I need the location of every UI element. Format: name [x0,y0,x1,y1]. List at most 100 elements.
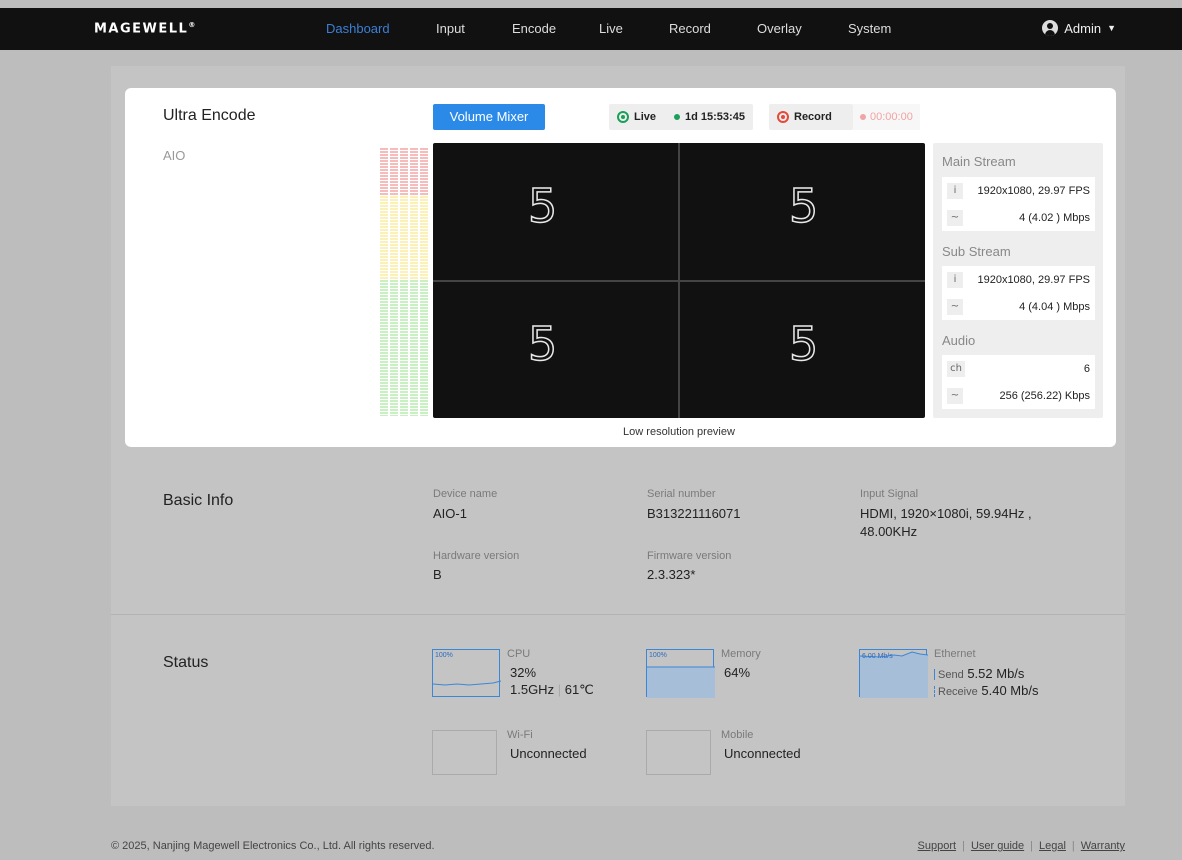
mobile-graph [646,730,711,775]
main-stream-resolution: i 1920x1080, 29.97 FPS [942,177,1095,204]
firmware-version-value: 2.3.323* [647,567,696,582]
stream-info-panel: Main Stream i 1920x1080, 29.97 FPS ~ 4 (… [933,143,1103,418]
live-status-badge[interactable]: Live 1d 15:53:45 [609,104,753,130]
memory-percent: 64% [724,665,751,680]
user-guide-link[interactable]: User guide [971,840,1024,852]
channel-icon: ch [947,360,965,377]
send-label: Send [938,669,964,681]
cpu-percent: 32% [510,665,537,680]
preview-quad-3: 5 [527,316,558,372]
audio-level-meter [380,148,428,416]
memory-graph: 100% [646,649,715,698]
input-signal-label: Input Signal [860,488,919,500]
memory-graph-fill [647,666,715,698]
receive-value: 5.40 Mb/s [981,683,1039,698]
record-time-display: 00:00:00 [853,104,920,130]
audio-bitrate: ~ 256 (256.22) Kbps [942,382,1095,409]
preview-quad-1: 5 [527,178,558,234]
wifi-label: Wi-Fi [507,729,533,741]
card-title: Ultra Encode [163,107,256,124]
preview-caption: Low resolution preview [623,426,735,438]
info-icon: i [947,182,963,199]
preview-horizontal-divider [433,280,925,282]
preview-quad-4: 5 [788,316,819,372]
ethernet-graph-max: 6.00 Mb/s [862,653,893,660]
firmware-version-label: Firmware version [647,550,732,562]
sub-stream-resolution: i 1920x1080, 29.97 FPS [942,266,1095,293]
live-icon [617,111,629,123]
magewell-logo[interactable]: MAGEWELL® [94,21,197,36]
main-stream-title: Main Stream [942,154,1016,169]
bitrate-icon: ~ [947,209,963,226]
memory-label: Memory [721,648,761,660]
serial-number-label: Serial number [647,488,716,500]
nav-live[interactable]: Live [599,21,623,36]
volume-mixer-button[interactable]: Volume Mixer [433,104,545,130]
wifi-status: Unconnected [510,746,587,761]
preview-quad-2: 5 [788,178,819,234]
nav-overlay[interactable]: Overlay [757,21,802,36]
record-dot-icon [860,114,866,120]
hardware-version-label: Hardware version [433,550,520,562]
user-icon [1042,20,1059,36]
receive-label: Receive [938,686,978,698]
main-stream-bitrate: ~ 4 (4.02 ) Mbps [942,204,1095,231]
nav-input[interactable]: Input [436,21,465,36]
top-nav-bar: MAGEWELL® Dashboard Input Encode Live Re… [0,8,1182,50]
sub-stream-title: Sub Stream [942,244,1011,259]
sub-stream-rate-value: 4 (4.04 ) Mbps [1019,300,1090,313]
input-signal-value: HDMI, 1920×1080i, 59.94Hz , [860,506,1032,521]
device-name-value: AIO-1 [433,506,467,521]
audio-rate-value: 256 (256.22) Kbps [999,389,1090,402]
cpu-label: CPU [507,648,531,660]
hardware-version-value: B [433,567,442,582]
main-stream-rate-value: 4 (4.02 ) Mbps [1019,211,1090,224]
status-title: Status [163,654,209,671]
ethernet-graph: 6.00 Mb/s [859,649,928,698]
copyright-text: © 2025, Nanjing Magewell Electronics Co.… [111,840,435,852]
bitrate-icon: ~ [947,298,963,315]
record-status-badge[interactable]: Record [769,104,853,130]
live-time: 1d 15:53:45 [685,111,745,123]
audio-channels: ch 6 [942,355,1095,382]
nav-encode[interactable]: Encode [512,21,556,36]
audio-title: Audio [942,333,976,348]
live-label: Live [634,111,657,123]
wifi-graph [432,730,497,775]
nav-system[interactable]: System [848,21,891,36]
section-divider [111,614,1125,615]
mobile-status: Unconnected [724,746,801,761]
record-label: Record [794,111,832,123]
warranty-link[interactable]: Warranty [1081,840,1125,852]
basic-info-title: Basic Info [163,492,234,509]
ultra-encode-card: Ultra Encode AIO Volume Mixer Live 1d 15… [125,88,1116,447]
sub-stream-res-value: 1920x1080, 29.97 FPS [977,273,1090,286]
cpu-temperature: 61℃ [564,682,594,697]
bitrate-icon: ~ [947,387,963,404]
cpu-graph-line [433,680,501,686]
video-preview[interactable]: 5 5 5 5 [433,143,925,418]
user-menu[interactable]: Admin ▼ [1042,20,1116,36]
serial-number-value: B313221116071 [647,506,741,521]
legal-link[interactable]: Legal [1039,840,1066,852]
user-name: Admin [1064,20,1102,36]
live-dot-icon [674,114,681,120]
footer-links: Support | User guide | Legal | Warranty [917,840,1125,852]
cpu-freq-temp: 1.5GHz | 61℃ [510,682,594,697]
record-icon [777,111,789,123]
ethernet-send: Send 5.52 Mb/s [934,666,1024,681]
nav-record[interactable]: Record [669,21,711,36]
device-name-label: Device name [433,488,498,500]
chevron-down-icon: ▼ [1107,23,1116,33]
ethernet-receive: Receive 5.40 Mb/s [934,683,1038,698]
nav-dashboard[interactable]: Dashboard [326,21,390,36]
card-subtitle: AIO [163,148,186,163]
send-value: 5.52 Mb/s [967,666,1025,681]
ethernet-label: Ethernet [934,648,976,660]
cpu-graph: 100% [432,649,501,697]
sub-stream-bitrate: ~ 4 (4.04 ) Mbps [942,293,1095,320]
cpu-frequency: 1.5GHz [510,682,555,697]
record-time: 00:00:00 [870,111,913,123]
support-link[interactable]: Support [918,840,957,852]
audio-channels-value: 6 [1083,362,1090,375]
